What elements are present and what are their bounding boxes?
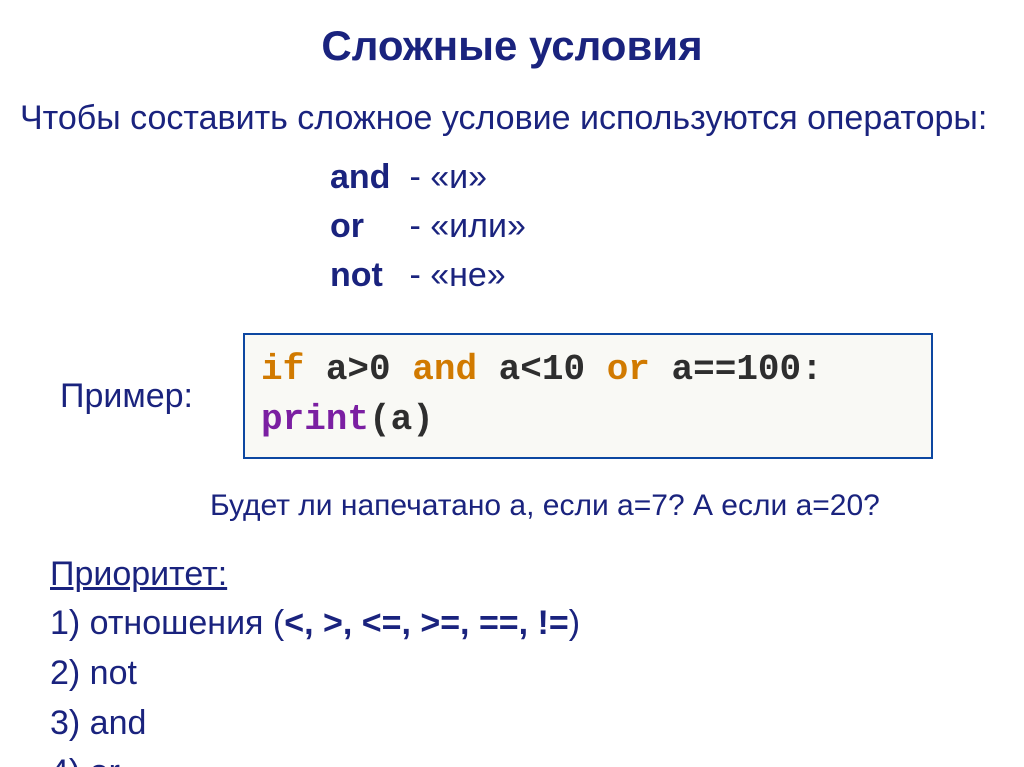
priority-num-3: 3) [50, 704, 80, 742]
priority-num-1: 1) [50, 604, 80, 642]
operator-desc-not: - «не» [400, 256, 506, 294]
priority-close-1: ) [569, 604, 580, 642]
code-seg2: a<10 [477, 349, 607, 390]
code-kw-if: if [261, 349, 304, 390]
code-fn-print: print [261, 399, 369, 440]
operators-list: and - «и» or - «или» not - «не» [330, 153, 1004, 301]
operator-kw-or: or [330, 202, 400, 251]
priority-num-2: 2) [50, 654, 80, 692]
code-line-2: print(a) [261, 395, 915, 445]
code-kw-or: or [607, 349, 650, 390]
example-row: Пример: if a>0 and a<10 or a==100: print… [20, 333, 1004, 460]
priority-item-1: 1) отношения (<, >, <=, >=, ==, !=) [50, 600, 1004, 648]
operator-kw-not: not [330, 251, 400, 300]
code-print-arg: (a) [369, 399, 434, 440]
operator-or: or - «или» [330, 202, 1004, 251]
code-box: if a>0 and a<10 or a==100: print(a) [243, 333, 933, 460]
operator-and: and - «и» [330, 153, 1004, 202]
priority-item-3: 3) and [50, 700, 1004, 748]
priority-item-2: 2) not [50, 650, 1004, 698]
priority-ops-1: <, >, <=, >=, ==, != [284, 604, 568, 642]
operator-desc-or: - «или» [400, 207, 526, 245]
code-seg3: a==100: [650, 349, 823, 390]
priority-text-4: or [80, 753, 120, 767]
priority-num-4: 4) [50, 753, 80, 767]
priority-item-4: 4) or [50, 749, 1004, 767]
operator-kw-and: and [330, 153, 400, 202]
priority-text-2: not [80, 654, 137, 692]
code-line-1: if a>0 and a<10 or a==100: [261, 345, 915, 395]
example-label: Пример: [60, 377, 225, 416]
operator-not: not - «не» [330, 251, 1004, 300]
priority-title: Приоритет: [50, 555, 1004, 594]
priority-list: 1) отношения (<, >, <=, >=, ==, !=) 2) n… [20, 600, 1004, 767]
slide: Сложные условия Чтобы составить сложное … [0, 0, 1024, 767]
code-kw-and: and [412, 349, 477, 390]
subtitle: Чтобы составить сложное условие использу… [20, 98, 1004, 139]
priority-text-1: отношения ( [80, 604, 284, 642]
operator-desc-and: - «и» [400, 158, 487, 196]
priority-text-3: and [80, 704, 146, 742]
question-text: Будет ли напечатано а, если a=7? А если … [20, 489, 1004, 523]
code-seg1: a>0 [304, 349, 412, 390]
slide-title: Сложные условия [20, 22, 1004, 70]
